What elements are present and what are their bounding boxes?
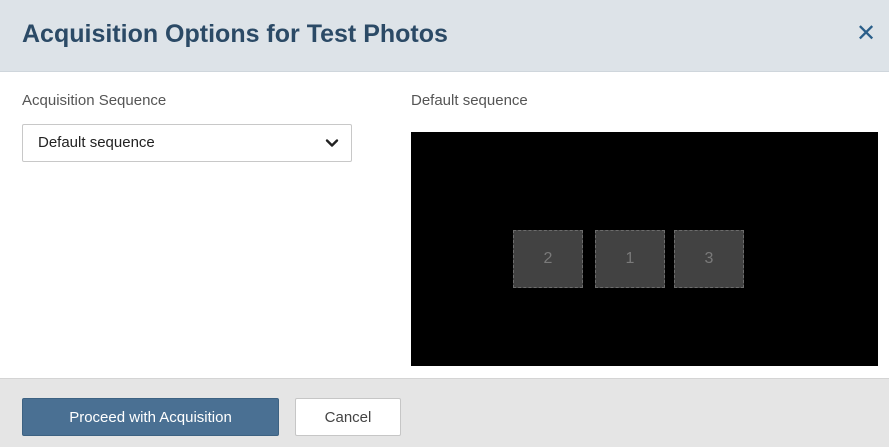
close-icon[interactable]: ✕ (853, 19, 879, 49)
sequence-preview: 2 1 3 (411, 132, 878, 366)
acquisition-sequence-value: Default sequence (38, 134, 155, 151)
acquisition-options-dialog: Acquisition Options for Test Photos ✕ Ac… (0, 0, 889, 447)
proceed-button[interactable]: Proceed with Acquisition (22, 398, 279, 436)
sequence-tile: 3 (674, 230, 744, 288)
acquisition-sequence-select[interactable]: Default sequence (22, 124, 352, 162)
dialog-footer: Proceed with Acquisition Cancel (0, 378, 889, 447)
dialog-header: Acquisition Options for Test Photos ✕ (0, 0, 889, 72)
chevron-down-icon (325, 139, 339, 147)
acquisition-sequence-label: Acquisition Sequence (22, 92, 167, 109)
sequence-tile: 1 (595, 230, 665, 288)
preview-label: Default sequence (411, 92, 528, 109)
sequence-tile: 2 (513, 230, 583, 288)
cancel-button[interactable]: Cancel (295, 398, 401, 436)
dialog-title: Acquisition Options for Test Photos (22, 20, 448, 48)
